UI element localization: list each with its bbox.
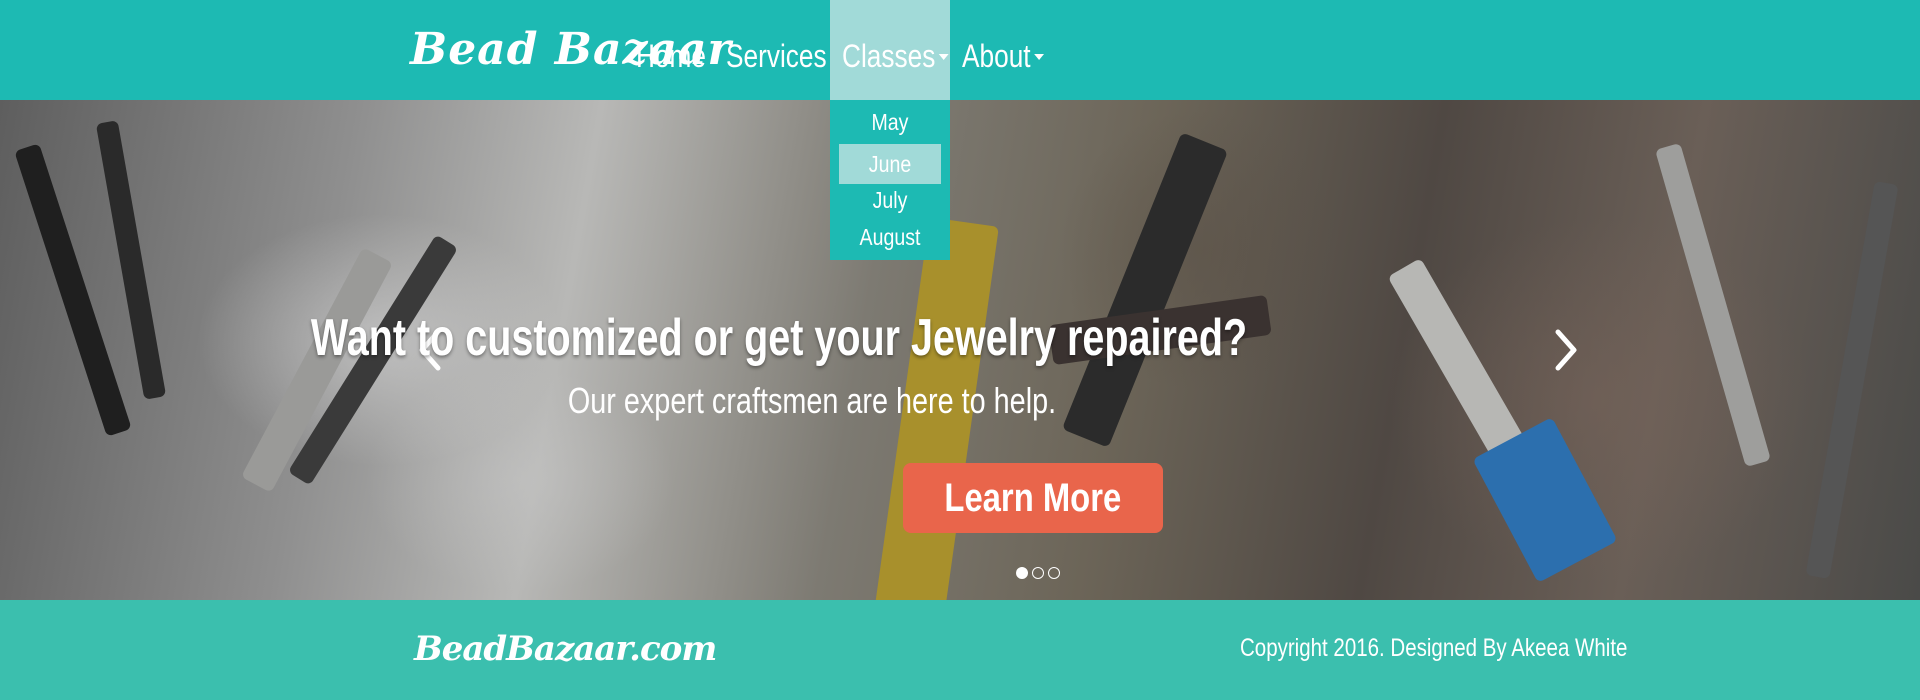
tool-shape <box>1655 142 1771 468</box>
footer-brand-logo[interactable]: BeadBazaar.com <box>414 624 717 674</box>
carousel-indicator-1[interactable] <box>1016 567 1028 579</box>
classes-dropdown-menu: May June July August <box>830 100 950 260</box>
learn-more-button[interactable]: Learn More <box>903 463 1163 533</box>
nav-classes[interactable]: Classes <box>842 0 949 100</box>
copyright-text: Copyright 2016. Designed By Akeea White <box>1240 634 1628 662</box>
nav-services[interactable]: Services <box>726 0 827 100</box>
hero-heading: Want to customized or get your Jewelry r… <box>310 309 1248 367</box>
carousel-indicator-2[interactable] <box>1032 567 1044 579</box>
dropdown-item-june[interactable]: June <box>839 144 941 184</box>
navbar: Bead Bazaar Home Services Classes About <box>0 0 1920 100</box>
learn-more-label: Learn More <box>944 476 1122 520</box>
nav-classes-label: Classes <box>842 38 936 74</box>
dropdown-item-august[interactable]: August <box>839 220 941 254</box>
caret-down-icon <box>938 53 949 60</box>
tool-shape <box>1805 180 1899 580</box>
footer: BeadBazaar.com Copyright 2016. Designed … <box>0 600 1920 700</box>
carousel-indicator-3[interactable] <box>1048 567 1060 579</box>
nav-about-label: About <box>962 38 1031 74</box>
dropdown-item-july[interactable]: July <box>839 184 941 216</box>
dropdown-item-may[interactable]: May <box>839 106 941 138</box>
nav-home[interactable]: Home <box>636 0 706 100</box>
nav-about[interactable]: About <box>962 0 1044 100</box>
hero-subheading: Our expert craftsmen are here to help. <box>567 380 1057 421</box>
caret-down-icon <box>1033 53 1044 60</box>
carousel-indicators <box>1016 566 1064 584</box>
